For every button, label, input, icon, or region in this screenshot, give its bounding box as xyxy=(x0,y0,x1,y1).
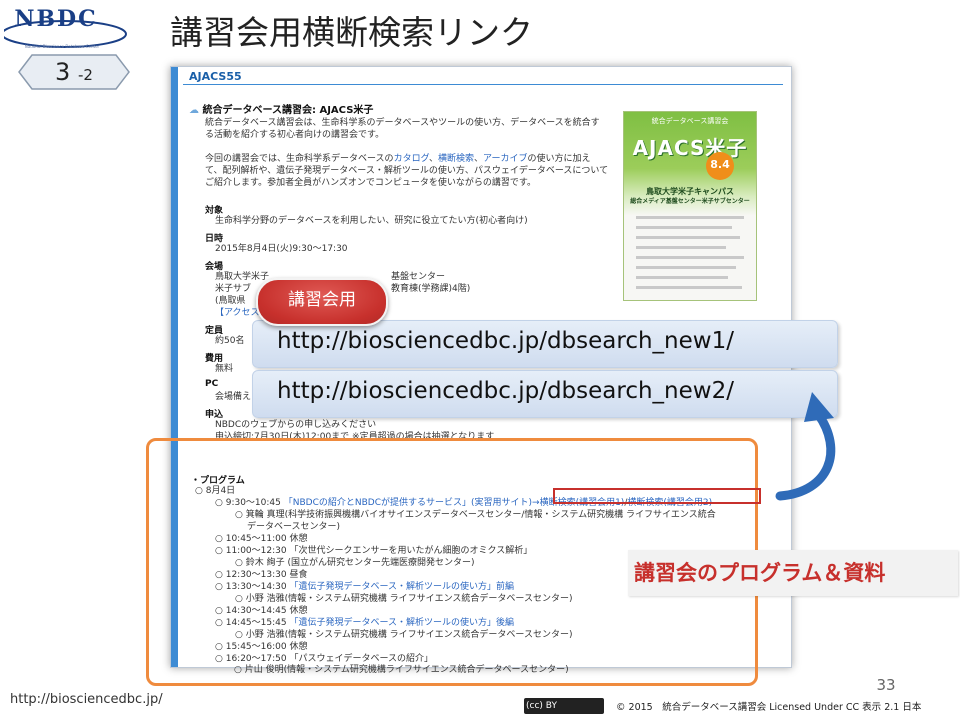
poster-text-line xyxy=(636,266,736,269)
pc-label: PC xyxy=(205,379,219,389)
capacity-value: 約50名 xyxy=(215,336,245,346)
poster-text-line xyxy=(636,216,744,219)
apply-line: NBDCのウェブからの申し込みください xyxy=(215,420,377,430)
date-value: 2015年8月4日(火)9:30～17:30 xyxy=(215,244,348,254)
page-title: 講習会用横断検索リンク xyxy=(170,13,533,52)
course-title: ☁ 統合データベース講習会: AJACS米子 xyxy=(189,101,373,116)
pill-label: 講習会用 xyxy=(288,290,356,310)
intro-sep: 、 xyxy=(428,154,438,164)
catalog-link[interactable]: カタログ xyxy=(394,154,429,164)
logo-subtext: National Bioscience Database Center xyxy=(24,44,100,49)
program-callout: 講習会のプログラム＆資料 xyxy=(628,550,958,596)
intro-line: 統合データベース講習会は、生命科学系のデータベースやツールの使い方、データベース… xyxy=(205,118,600,128)
callout-text: 講習会のプログラム＆資料 xyxy=(634,561,886,585)
poster-small-title: 統合データベース講習会 xyxy=(651,117,729,125)
screenshot-header: AJACS55 xyxy=(189,70,242,83)
target-value: 生命科学分野のデータベースを利用したい、研究に役立てたい方(初心者向け) xyxy=(215,216,528,226)
event-poster: 統合データベース講習会 AJACS米子 8.4 鳥取大学米子キャンパス 総合メデ… xyxy=(623,111,757,301)
cloud-icon: ☁ xyxy=(189,105,199,116)
venue-line: 米子サブ xyxy=(215,284,252,294)
intro-text: の使い方に加え xyxy=(527,154,591,164)
url-1[interactable]: http://biosciencedbc.jp/dbsearch_new1/ xyxy=(277,328,734,354)
cross-search-links-highlight xyxy=(553,488,761,504)
poster-text-line xyxy=(636,246,726,249)
page-badge-main: 3 xyxy=(55,58,71,86)
venue-line: 教育棟(学務課)4階) xyxy=(391,284,471,294)
intro-line: て、配列解析や、遺伝子発現データベース・解析ツールの使い方、パスウェイデータベー… xyxy=(205,166,609,176)
intro-line: ご紹介します。参加者全員がハンズオンでコンピュータを使いながらの講習です。 xyxy=(205,178,537,188)
cc-badge-text: (cc) BY xyxy=(526,701,557,711)
fee-value: 無料 xyxy=(215,364,234,374)
intro-line: 今回の講習会では、生命科学系データベースのカタログ、横断検索、アーカイブの使い方… xyxy=(205,153,590,165)
cross-search-link[interactable]: 横断検索 xyxy=(438,154,474,164)
curved-arrow-icon xyxy=(775,392,836,501)
url-box-2[interactable]: http://biosciencedbc.jp/dbsearch_new2/ xyxy=(252,370,838,418)
poster-venue: 総合メディア基盤センター米子サブセンター xyxy=(630,198,750,205)
url-2[interactable]: http://biosciencedbc.jp/dbsearch_new2/ xyxy=(277,378,734,404)
poster-text-line xyxy=(636,226,732,229)
page-number: 33 xyxy=(876,676,896,694)
footer-url[interactable]: http://biosciencedbc.jp/ xyxy=(10,692,163,707)
archive-link[interactable]: アーカイブ xyxy=(483,154,527,164)
poster-text-line xyxy=(636,276,728,279)
workshop-pill: 講習会用 xyxy=(256,278,388,326)
poster-text-line xyxy=(636,236,740,239)
page-badge-sub: -2 xyxy=(77,66,93,84)
copyright-text: © 2015 統合データベース講習会 Licensed Under CC 表示 … xyxy=(616,702,922,713)
cc-license-badge: (cc) BY xyxy=(524,698,604,714)
url-box-1[interactable]: http://biosciencedbc.jp/dbsearch_new1/ xyxy=(252,320,838,368)
intro-line: る活動を紹介する初心者向けの講習会です。 xyxy=(205,130,385,140)
intro-text: 今回の講習会では、生命科学系データベースの xyxy=(205,154,394,164)
venue-line: 基盤センター xyxy=(391,272,446,282)
pc-value: 会場備え xyxy=(215,392,252,402)
logo-text: NBDC xyxy=(14,6,98,32)
course-title-text: 統合データベース講習会: AJACS米子 xyxy=(202,105,374,116)
page-badge: 3 -2 xyxy=(18,56,130,88)
venue-line: (鳥取県 xyxy=(215,296,246,306)
intro-sep: 、 xyxy=(473,154,483,164)
poster-text-line xyxy=(636,256,744,259)
screenshot-header-line xyxy=(183,84,783,85)
poster-text-line xyxy=(636,286,742,289)
poster-date: 8.4 xyxy=(710,158,730,171)
poster-title: AJACS米子 xyxy=(632,136,748,160)
